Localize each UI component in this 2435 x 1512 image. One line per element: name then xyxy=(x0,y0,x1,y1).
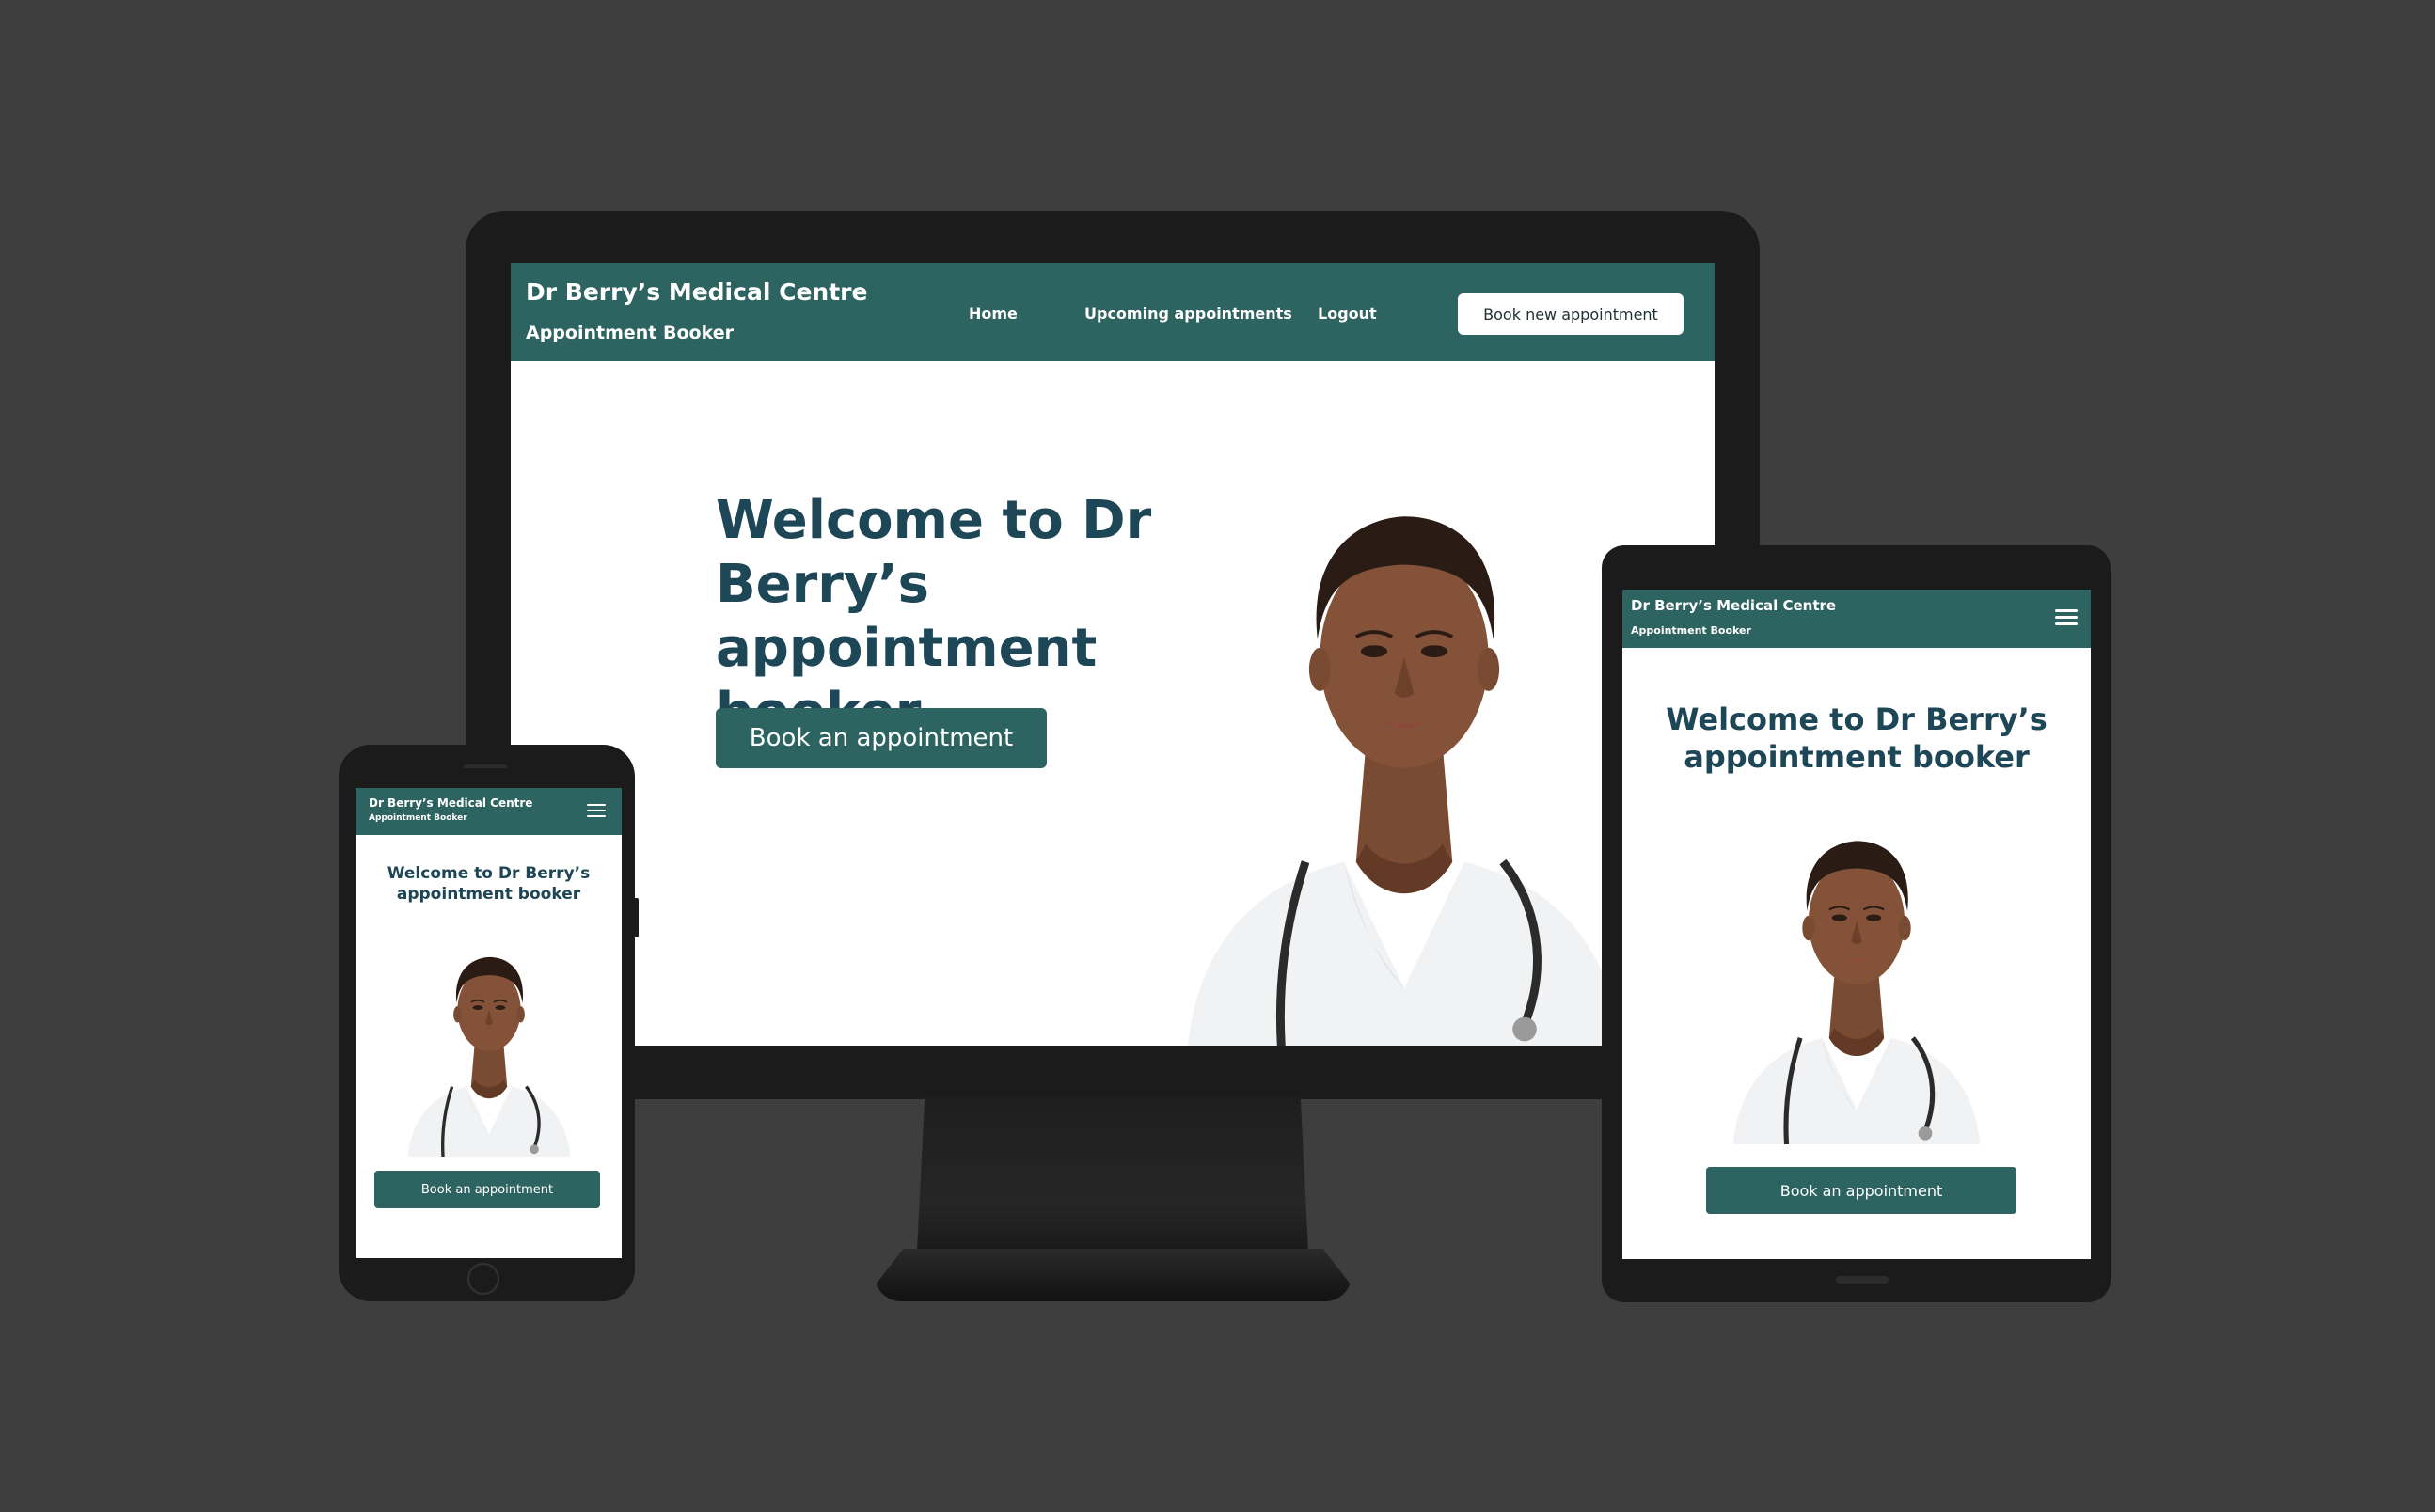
hero-title: Welcome to Dr Berry’s appointment booker xyxy=(356,863,622,905)
book-appointment-button[interactable]: Book an appointment xyxy=(716,708,1047,768)
nav-link-upcoming-appointments[interactable]: Upcoming appointments xyxy=(1084,305,1292,323)
hero-title: Welcome to Dr Berry’s appointment booker xyxy=(1622,701,2091,776)
nav-link-home[interactable]: Home xyxy=(969,305,1018,323)
doctor-portrait-image xyxy=(1694,801,2019,1144)
book-new-appointment-button[interactable]: Book new appointment xyxy=(1458,293,1684,335)
book-appointment-button[interactable]: Book an appointment xyxy=(374,1171,600,1208)
desktop-navbar: Dr Berry’s Medical Centre Appointment Bo… xyxy=(511,263,1715,361)
tablet-screen: Dr Berry’s Medical Centre Appointment Bo… xyxy=(1622,590,2091,1259)
phone-home-button[interactable] xyxy=(467,1263,499,1295)
site-brand-name[interactable]: Dr Berry’s Medical Centre xyxy=(526,278,867,306)
monitor-stand-neck xyxy=(917,1095,1308,1251)
hamburger-menu-icon[interactable] xyxy=(587,804,606,818)
hero-title-line-2: appointment booker xyxy=(396,885,581,904)
hero-title-line-1: Welcome to Dr Berry’s xyxy=(1666,701,2048,737)
phone-navbar: Dr Berry’s Medical Centre Appointment Bo… xyxy=(356,788,622,835)
doctor-portrait-image xyxy=(1141,447,1668,1046)
site-brand-name[interactable]: Dr Berry’s Medical Centre xyxy=(1631,597,1836,614)
phone-side-button xyxy=(633,898,639,937)
nav-link-logout[interactable]: Logout xyxy=(1318,305,1377,323)
tablet-navbar: Dr Berry’s Medical Centre Appointment Bo… xyxy=(1622,590,2091,648)
monitor-stand-base xyxy=(875,1249,1352,1301)
site-brand-subtitle: Appointment Booker xyxy=(369,813,467,823)
hamburger-menu-icon[interactable] xyxy=(2055,609,2078,626)
site-brand-name[interactable]: Dr Berry’s Medical Centre xyxy=(369,796,532,810)
site-brand-subtitle: Appointment Booker xyxy=(1631,624,1751,637)
hero-title-line-1: Welcome to Dr Berry’s xyxy=(387,864,591,883)
book-appointment-button[interactable]: Book an appointment xyxy=(1706,1167,2016,1214)
site-brand-subtitle: Appointment Booker xyxy=(526,323,734,343)
hero-title-line-2: appointment booker xyxy=(1684,739,2030,775)
phone-screen: Dr Berry’s Medical Centre Appointment Bo… xyxy=(356,788,622,1258)
doctor-portrait-image xyxy=(376,931,602,1157)
desktop-screen: Dr Berry’s Medical Centre Appointment Bo… xyxy=(511,263,1715,1046)
tablet-home-indicator xyxy=(1836,1276,1889,1284)
phone-speaker xyxy=(464,764,507,768)
